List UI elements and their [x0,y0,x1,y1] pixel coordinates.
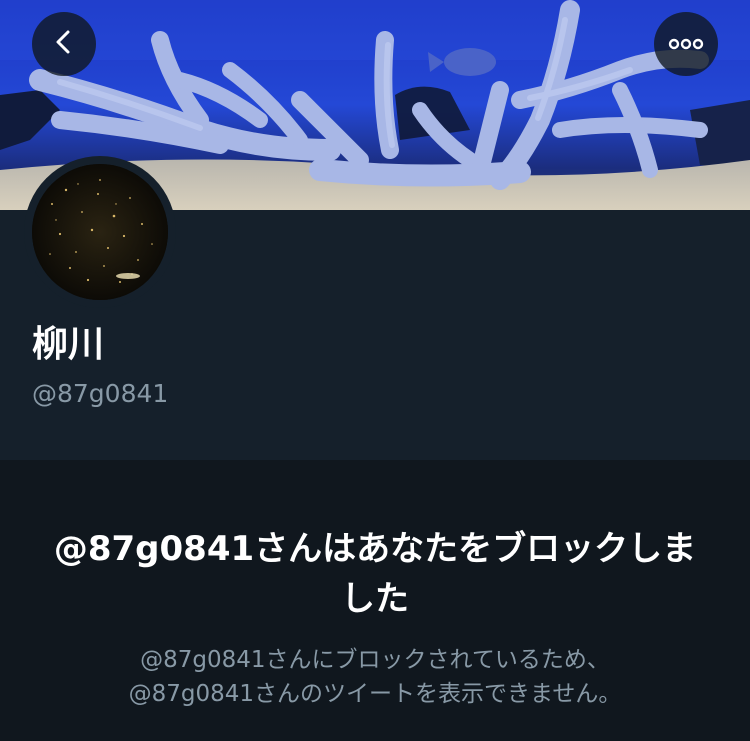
chevron-left-icon [50,28,78,60]
avatar-image [32,164,168,300]
more-options-button[interactable] [654,12,718,76]
blocked-message-line-2: @87g0841さんのツイートを表示できません。 [128,681,622,707]
user-handle: @87g0841 [32,379,169,408]
blocked-message-line-1: @87g0841さんにブロックされているため、 [140,647,610,673]
blocked-title: @87g0841さんはあなたをブロックしました [53,529,697,619]
display-name: 柳川 [32,324,105,365]
back-button[interactable] [32,12,96,76]
blocked-message: @87g0841さんにブロックされているため、 @87g0841さんのツイートを… [40,643,710,711]
more-horizontal-icon [668,35,704,54]
avatar[interactable] [24,156,176,308]
